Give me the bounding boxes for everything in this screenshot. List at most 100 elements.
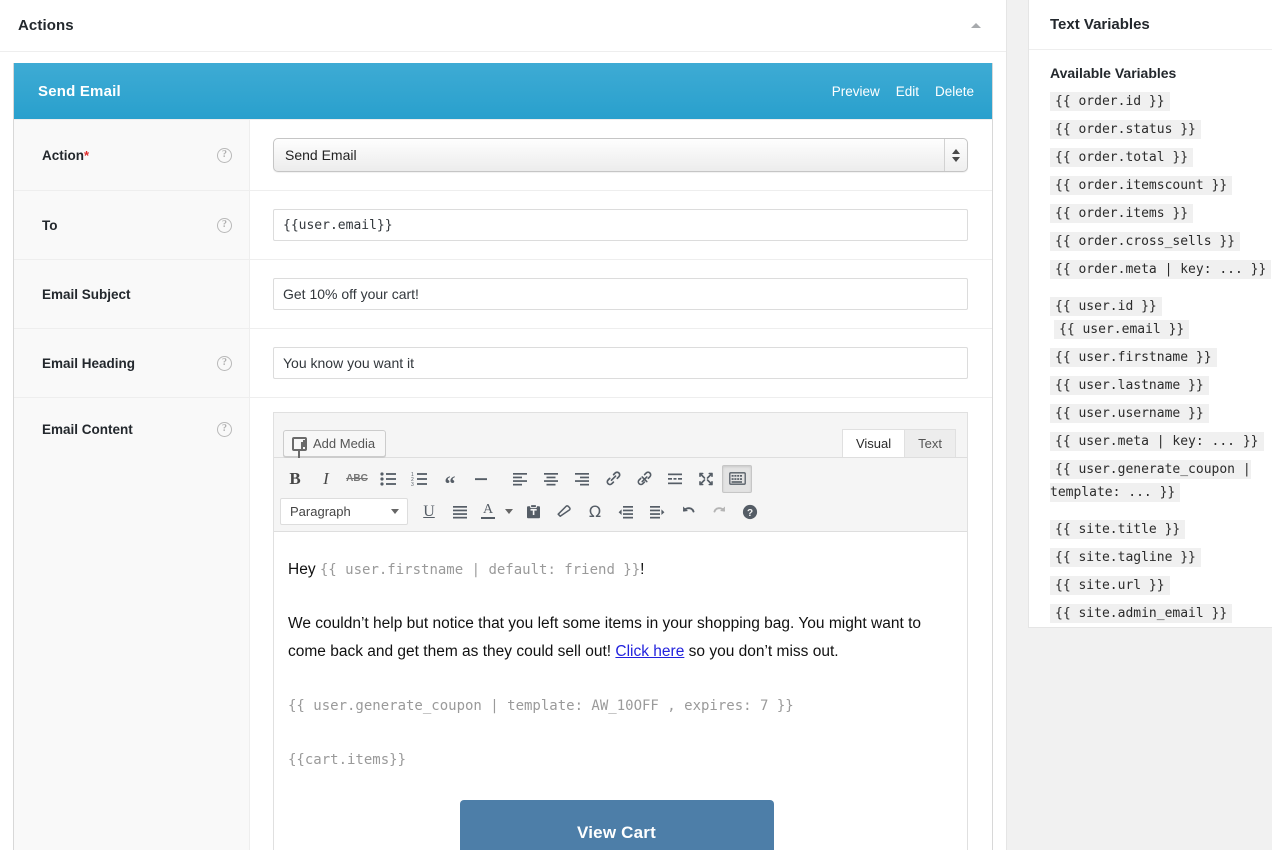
collapse-toggle-button[interactable] <box>964 14 988 38</box>
redo-icon[interactable] <box>704 498 734 526</box>
variable-chip[interactable]: {{ order.cross_sells }} <box>1050 232 1240 251</box>
bold-icon[interactable]: B <box>280 465 310 493</box>
variable-chip[interactable]: {{ order.status }} <box>1050 120 1201 139</box>
field-control-cell-email-heading <box>250 329 992 397</box>
page-title: Actions <box>18 17 74 34</box>
action-select-value: Send Email <box>285 147 357 163</box>
decrease-indent-icon[interactable] <box>611 498 641 526</box>
align-left-icon[interactable] <box>505 465 535 493</box>
field-row-email-content: Email Content ? Add Media Visu <box>14 397 992 850</box>
variable-chip[interactable]: {{ user.lastname }} <box>1050 376 1209 395</box>
paragraph-format-select[interactable]: Paragraph <box>280 498 408 525</box>
variable-chip[interactable]: {{ site.url }} <box>1050 576 1170 595</box>
paragraph-format-value: Paragraph <box>290 504 351 519</box>
action-select[interactable]: Send Email <box>273 138 968 172</box>
field-label-cell-to: To ? <box>14 191 250 259</box>
remove-link-icon[interactable] <box>629 465 659 493</box>
delete-link[interactable]: Delete <box>935 84 974 99</box>
variable-chip[interactable]: {{ user.email }} <box>1054 320 1189 339</box>
actions-metabox: Actions Send Email Preview Edit Delete <box>0 0 1007 850</box>
firstname-variable: {{ user.firstname | default: friend }} <box>320 562 640 578</box>
edit-link[interactable]: Edit <box>896 84 919 99</box>
insert-link-icon[interactable] <box>598 465 628 493</box>
text-variables-title: Text Variables <box>1050 16 1150 33</box>
email-subject-input[interactable] <box>273 278 968 310</box>
read-more-icon[interactable] <box>660 465 690 493</box>
special-character-icon[interactable]: Ω <box>580 498 610 526</box>
actions-metabox-header: Actions <box>0 0 1006 52</box>
fullscreen-icon[interactable] <box>691 465 721 493</box>
blockquote-icon[interactable]: “ <box>435 465 465 493</box>
field-label-cell-email-subject: Email Subject ? <box>14 260 250 328</box>
bulleted-list-icon[interactable] <box>373 465 403 493</box>
view-cart-button[interactable]: View Cart <box>460 800 774 850</box>
chevron-down-icon <box>391 509 399 514</box>
underline-icon[interactable]: U <box>414 498 444 526</box>
required-marker: * <box>84 148 89 163</box>
variable-chip[interactable]: {{ order.items }} <box>1050 204 1193 223</box>
variable-chip[interactable]: {{ site.admin_email }} <box>1050 604 1232 623</box>
justify-icon[interactable] <box>445 498 475 526</box>
variable-chip[interactable]: {{ user.meta | key: ... }} <box>1050 432 1264 451</box>
clear-formatting-icon[interactable] <box>549 498 579 526</box>
body-text-part2: so you don’t miss out. <box>684 643 838 660</box>
cart-items-variable: {{cart.items}} <box>288 752 406 768</box>
variable-chip[interactable]: {{ user.id }} <box>1050 297 1162 316</box>
variable-chip[interactable]: {{ site.title }} <box>1050 520 1185 539</box>
variable-chip[interactable]: {{ user.generate_coupon | template: ... … <box>1050 460 1251 502</box>
strikethrough-icon[interactable]: ABC <box>342 465 372 493</box>
variable-chip[interactable]: {{ user.username }} <box>1050 404 1209 423</box>
tab-text[interactable]: Text <box>904 429 956 457</box>
editor-mode-tabs: Visual Text <box>843 429 956 457</box>
text-color-icon[interactable]: A <box>476 498 500 526</box>
undo-icon[interactable] <box>673 498 703 526</box>
editor-content-area[interactable]: Hey {{ user.firstname | default: friend … <box>274 532 967 850</box>
field-row-action: Action* ? Send Email <box>14 119 992 190</box>
toolbar-toggle-icon[interactable] <box>722 465 752 493</box>
variable-group-site: {{ site.title }} {{ site.tagline }} {{ s… <box>1050 518 1272 625</box>
field-label-to: To <box>42 218 58 233</box>
variable-chip[interactable]: {{ order.total }} <box>1050 148 1193 167</box>
to-input[interactable] <box>273 209 968 241</box>
text-color-caret-icon[interactable] <box>501 498 517 526</box>
add-media-button[interactable]: Add Media <box>283 430 386 457</box>
media-icon <box>292 437 307 451</box>
tab-visual[interactable]: Visual <box>842 429 905 457</box>
svg-text:?: ? <box>747 508 753 519</box>
field-row-to: To ? <box>14 190 992 259</box>
content-paragraph-2: We couldn’t help but notice that you lef… <box>288 610 945 666</box>
variable-chip[interactable]: {{ site.tagline }} <box>1050 548 1201 567</box>
text-variables-panel: Text Variables Available Variables {{ or… <box>1028 0 1272 628</box>
field-row-email-heading: Email Heading ? <box>14 328 992 397</box>
editor-toolbar-row-2: Paragraph U A <box>280 495 961 528</box>
horizontal-rule-icon[interactable] <box>466 465 496 493</box>
triangle-up-icon <box>971 23 981 28</box>
question-mark-icon[interactable]: ? <box>217 422 232 437</box>
wp-editor: Add Media Visual Text B <box>273 412 968 850</box>
available-variables-subtitle: Available Variables <box>1050 65 1272 81</box>
field-label-cell-action: Action* ? <box>14 120 250 190</box>
increase-indent-icon[interactable] <box>642 498 672 526</box>
question-mark-icon[interactable]: ? <box>217 356 232 371</box>
align-right-icon[interactable] <box>567 465 597 493</box>
variable-chip[interactable]: {{ order.id }} <box>1050 92 1170 111</box>
click-here-link[interactable]: Click here <box>615 643 684 660</box>
field-control-cell-action: Send Email <box>250 120 992 190</box>
variable-chip[interactable]: {{ order.itemscount }} <box>1050 176 1232 195</box>
variable-chip[interactable]: {{ order.meta | key: ... }} <box>1050 260 1271 279</box>
question-mark-icon[interactable]: ? <box>217 148 232 163</box>
email-heading-input[interactable] <box>273 347 968 379</box>
field-label-email-content: Email Content <box>42 422 133 437</box>
paste-as-text-icon[interactable] <box>518 498 548 526</box>
field-label-cell-email-content: Email Content ? <box>14 398 250 850</box>
align-center-icon[interactable] <box>536 465 566 493</box>
svg-text:3: 3 <box>411 482 414 486</box>
action-card-header: Send Email Preview Edit Delete <box>14 63 992 119</box>
question-mark-icon[interactable]: ? <box>217 218 232 233</box>
keyboard-shortcuts-icon[interactable]: ? <box>735 498 765 526</box>
numbered-list-icon[interactable]: 123 <box>404 465 434 493</box>
preview-link[interactable]: Preview <box>832 84 880 99</box>
italic-icon[interactable]: I <box>311 465 341 493</box>
variable-chip[interactable]: {{ user.firstname }} <box>1050 348 1217 367</box>
greeting-suffix: ! <box>640 561 644 578</box>
